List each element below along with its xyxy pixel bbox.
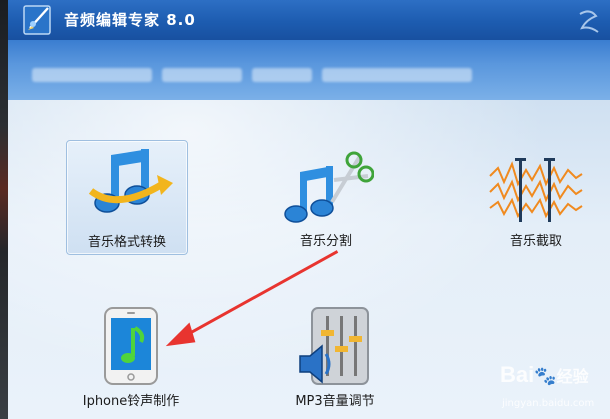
title-bar[interactable]: 音频编辑专家 8.0 bbox=[8, 0, 610, 40]
banner-text-blurred bbox=[32, 62, 472, 88]
waveform-cut-icon bbox=[489, 158, 583, 222]
watermark-logo: Bai🐾经验 bbox=[500, 362, 589, 387]
tile-music-split[interactable]: 音乐分割 bbox=[266, 140, 386, 253]
app-logo-icon bbox=[23, 5, 51, 35]
tile-music-cut[interactable]: 音乐截取 bbox=[476, 140, 596, 253]
tile-music-format-convert[interactable]: 音乐格式转换 bbox=[66, 140, 188, 255]
tile-label: 音乐分割 bbox=[299, 234, 352, 249]
tile-label: Iphone铃声制作 bbox=[82, 394, 180, 409]
calligraphy-decoration-icon bbox=[579, 10, 599, 33]
watermark-url: jingyan.baidu.com bbox=[502, 398, 595, 409]
desktop-background bbox=[0, 0, 8, 419]
music-split-icon bbox=[284, 151, 374, 223]
app-window: 音频编辑专家 8.0 音乐格式转换 音乐分割 音乐截取 Iphone铃声制作 M… bbox=[8, 0, 610, 419]
tile-iphone-ringtone[interactable]: Iphone铃声制作 bbox=[66, 300, 196, 419]
baidu-jingyan-watermark: Bai🐾经验 jingyan.baidu.com bbox=[500, 362, 596, 414]
tile-label: 音乐截取 bbox=[509, 234, 562, 249]
tile-mp3-volume[interactable]: MP3音量调节 bbox=[270, 300, 400, 419]
tile-label: 音乐格式转换 bbox=[87, 235, 166, 250]
tile-label: MP3音量调节 bbox=[295, 394, 375, 409]
window-title: 音频编辑专家 8.0 bbox=[64, 11, 196, 29]
iphone-ringtone-icon bbox=[104, 307, 158, 385]
volume-mixer-icon bbox=[299, 307, 369, 385]
music-convert-icon bbox=[88, 149, 173, 213]
